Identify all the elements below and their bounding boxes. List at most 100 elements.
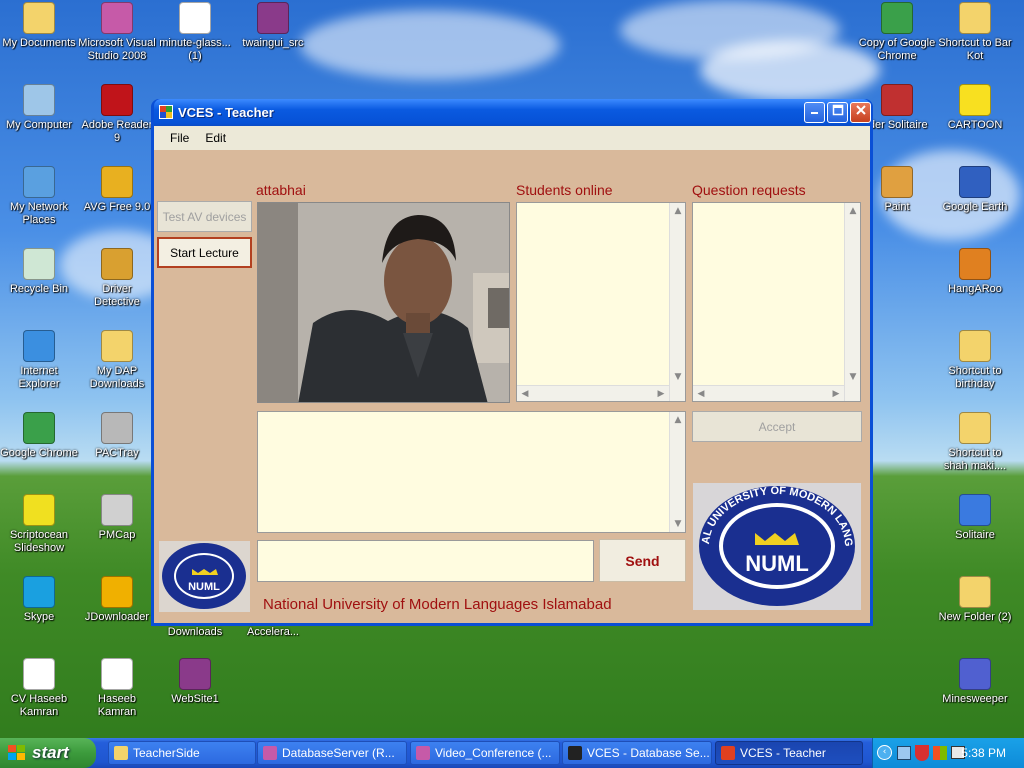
close-icon bbox=[855, 105, 866, 115]
scroll-down-icon[interactable]: ▼ bbox=[846, 370, 860, 384]
scroll-down-icon[interactable]: ▼ bbox=[671, 517, 685, 531]
desktop-icon-left-18[interactable]: CV Haseeb Kamran bbox=[0, 658, 78, 719]
clock[interactable]: 5:38 PM bbox=[961, 746, 1006, 760]
folder-documents-icon bbox=[23, 2, 55, 34]
taskbar-item-label: TeacherSide bbox=[133, 746, 200, 760]
scroll-right-icon[interactable]: ▶ bbox=[654, 387, 668, 401]
desktop-icon-left-10[interactable]: Internet Explorer bbox=[0, 330, 78, 391]
desktop-icon-right-10[interactable]: New Folder (2) bbox=[936, 576, 1014, 624]
chat-vertical-scrollbar[interactable]: ▲ ▼ bbox=[669, 412, 685, 532]
dx-icon bbox=[23, 494, 55, 526]
scroll-left-icon[interactable]: ◀ bbox=[694, 387, 708, 401]
desktop-icon-left-11[interactable]: My DAP Downloads bbox=[78, 330, 156, 391]
start-lecture-button[interactable]: Start Lecture bbox=[157, 237, 252, 268]
desktop-icon-label: Shortcut to Bar Kot bbox=[938, 37, 1012, 62]
taskbar-item-2[interactable]: Video_Conference (... bbox=[410, 741, 560, 765]
desktop-icon-left-5[interactable]: Adobe Reader 9 bbox=[78, 84, 156, 145]
paint-icon bbox=[881, 166, 913, 198]
desktop-icon-right-3[interactable]: CARTOON bbox=[936, 84, 1014, 132]
desktop-icon-right-11[interactable]: Minesweeper bbox=[936, 658, 1014, 706]
desktop-icon-label: My Documents bbox=[2, 37, 76, 49]
desktop-icon-right-5[interactable]: Google Earth bbox=[936, 166, 1014, 214]
logo-monogram: NUML bbox=[745, 551, 809, 576]
desktop-icon-left-19[interactable]: Haseeb Kamran bbox=[78, 658, 156, 719]
scroll-up-icon[interactable]: ▲ bbox=[671, 204, 685, 218]
desktop-label-accelera[interactable]: Accelera... bbox=[234, 626, 312, 639]
desktop-icon-label: My DAP Downloads bbox=[89, 365, 145, 390]
windows-update-icon[interactable] bbox=[933, 746, 947, 760]
menu-file[interactable]: File bbox=[162, 129, 197, 147]
desktop-icon-left-14[interactable]: Scriptocean Slideshow bbox=[0, 494, 78, 555]
desktop-icon-label: Microsoft Visual Studio 2008 bbox=[78, 37, 156, 62]
maximize-button[interactable] bbox=[827, 102, 848, 123]
winrar-archive-icon bbox=[179, 658, 211, 690]
numl-logo-large: NUML NATIONAL UNIVERSITY OF MODERN LANGU… bbox=[693, 483, 861, 610]
google-earth-icon bbox=[959, 166, 991, 198]
taskbar-item-3[interactable]: VCES - Database Se... bbox=[562, 741, 712, 765]
taskbar-item-4[interactable]: VCES - Teacher bbox=[715, 741, 863, 765]
desktop-icon-left-7[interactable]: AVG Free 9.0 bbox=[78, 166, 156, 214]
desktop-icon-right-0[interactable]: Copy of Google Chrome bbox=[858, 2, 936, 63]
network-places-icon bbox=[23, 166, 55, 198]
chat-input[interactable] bbox=[257, 540, 594, 582]
question-requests-list[interactable]: ▲ ▼ ◀ ▶ bbox=[692, 202, 861, 402]
desktop-icon-left-12[interactable]: Google Chrome bbox=[0, 412, 78, 460]
desktop-icon-label: minute-glass... (1) bbox=[159, 37, 231, 62]
folder-icon bbox=[959, 576, 991, 608]
console-icon bbox=[568, 746, 582, 760]
desktop-icon-left-1[interactable]: Microsoft Visual Studio 2008 bbox=[78, 2, 156, 63]
desktop-icon-left-6[interactable]: My Network Places bbox=[0, 166, 78, 227]
desktop-icon-left-0[interactable]: My Documents bbox=[0, 2, 78, 50]
chat-messages-area[interactable]: ▲ ▼ bbox=[257, 411, 686, 533]
scroll-up-icon[interactable]: ▲ bbox=[846, 204, 860, 218]
jdownloader-icon bbox=[101, 576, 133, 608]
accept-button[interactable]: Accept bbox=[692, 411, 862, 442]
questions-horizontal-scrollbar[interactable]: ◀ ▶ bbox=[693, 385, 844, 401]
desktop-icon-label: Google Chrome bbox=[0, 447, 78, 459]
scroll-left-icon[interactable]: ◀ bbox=[518, 387, 532, 401]
username-label: attabhai bbox=[256, 182, 306, 198]
desktop-icon-left-4[interactable]: My Computer bbox=[0, 84, 78, 132]
start-button[interactable]: start bbox=[0, 738, 96, 768]
desktop-icon-right-8[interactable]: Shortcut to shah maki.... bbox=[936, 412, 1014, 473]
security-shield-icon[interactable] bbox=[915, 745, 929, 761]
desktop-icon-label: Scriptocean Slideshow bbox=[9, 529, 69, 554]
desktop-icon-left-2[interactable]: minute-glass... (1) bbox=[156, 2, 234, 63]
send-button[interactable]: Send bbox=[599, 539, 686, 582]
network-icon[interactable] bbox=[897, 746, 911, 760]
desktop-icon-right-6[interactable]: HangARoo bbox=[936, 248, 1014, 296]
taskbar-item-label: VCES - Teacher bbox=[740, 746, 826, 760]
students-online-list[interactable]: ▲ ▼ ◀ ▶ bbox=[516, 202, 686, 402]
questions-vertical-scrollbar[interactable]: ▲ ▼ bbox=[844, 203, 860, 401]
test-av-devices-button[interactable]: Test AV devices bbox=[157, 201, 252, 232]
desktop-icon-right-7[interactable]: Shortcut to birthday bbox=[936, 330, 1014, 391]
students-horizontal-scrollbar[interactable]: ◀ ▶ bbox=[517, 385, 669, 401]
menu-edit[interactable]: Edit bbox=[197, 129, 234, 147]
scroll-right-icon[interactable]: ▶ bbox=[829, 387, 843, 401]
taskbar-item-1[interactable]: DatabaseServer (R... bbox=[257, 741, 407, 765]
desktop-icon-right-9[interactable]: Solitaire bbox=[936, 494, 1014, 542]
taskbar-item-label: VCES - Database Se... bbox=[587, 746, 710, 760]
desktop-icon-left-20[interactable]: WebSite1 bbox=[156, 658, 234, 706]
taskbar-item-0[interactable]: TeacherSide bbox=[108, 741, 256, 765]
desktop-icon-label: Recycle Bin bbox=[9, 283, 69, 295]
scroll-down-icon[interactable]: ▼ bbox=[671, 370, 685, 384]
desktop-label-downloads[interactable]: Downloads bbox=[156, 626, 234, 639]
desktop-icon-left-17[interactable]: JDownloader bbox=[78, 576, 156, 624]
desktop-icon-left-8[interactable]: Recycle Bin bbox=[0, 248, 78, 296]
desktop-icon-label: New Folder (2) bbox=[938, 611, 1012, 623]
title-bar[interactable]: VCES - Teacher bbox=[154, 99, 871, 126]
desktop-icon-left-3[interactable]: twaingui_src bbox=[234, 2, 312, 50]
tray-expand-icon[interactable]: ‹ bbox=[877, 745, 892, 760]
close-button[interactable] bbox=[850, 102, 871, 123]
desktop-icon-left-13[interactable]: PACTray bbox=[78, 412, 156, 460]
minimize-button[interactable] bbox=[804, 102, 825, 123]
window-title: VCES - Teacher bbox=[178, 105, 274, 120]
desktop-icon-label: JDownloader bbox=[84, 611, 150, 623]
students-vertical-scrollbar[interactable]: ▲ ▼ bbox=[669, 203, 685, 401]
desktop-icon-left-15[interactable]: PMCap bbox=[78, 494, 156, 542]
desktop-icon-left-9[interactable]: Driver Detective bbox=[78, 248, 156, 309]
scroll-up-icon[interactable]: ▲ bbox=[671, 413, 685, 427]
desktop-icon-right-1[interactable]: Shortcut to Bar Kot bbox=[936, 2, 1014, 63]
desktop-icon-left-16[interactable]: Skype bbox=[0, 576, 78, 624]
